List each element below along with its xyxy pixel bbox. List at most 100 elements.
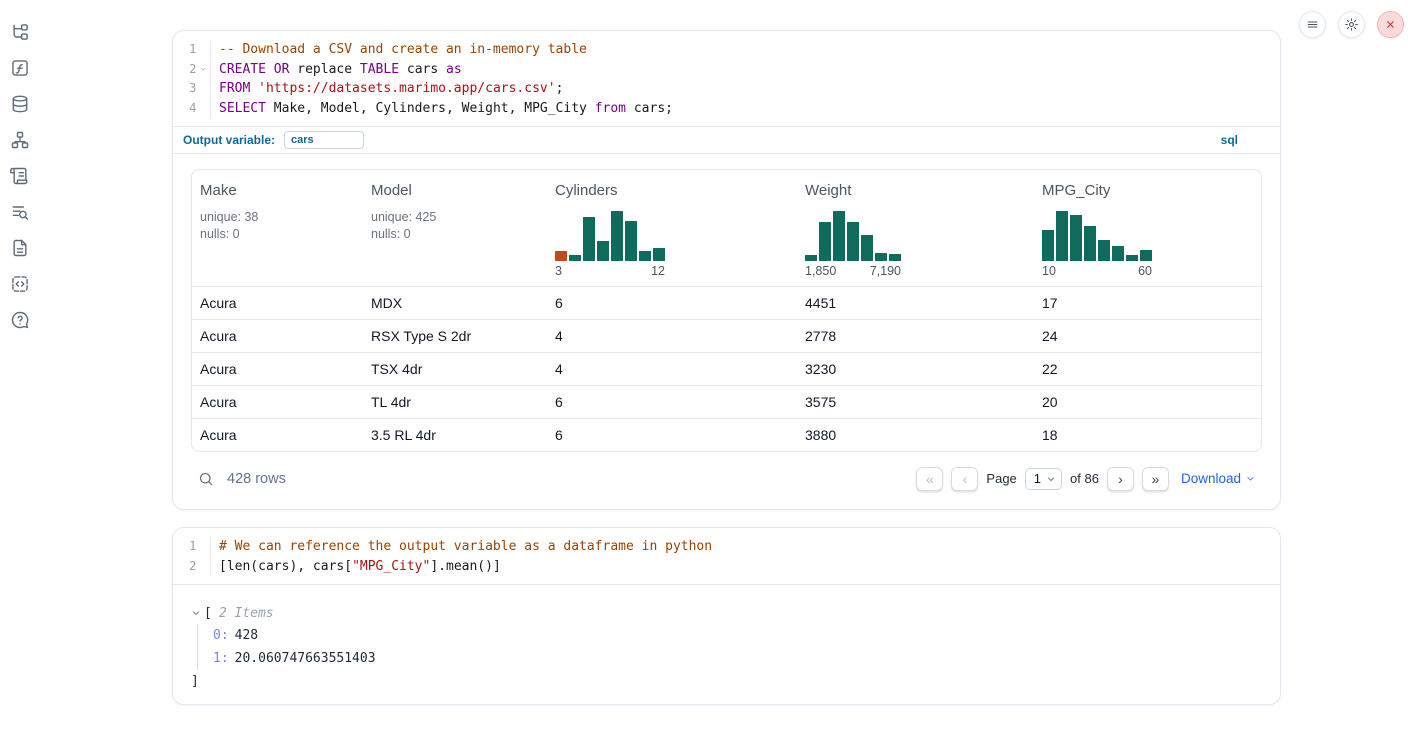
histogram-bar — [1042, 230, 1054, 261]
page-select-value: 1 — [1034, 471, 1041, 486]
language-badge: sql — [1221, 133, 1238, 147]
table-footer: 428 rows « ‹ Page 1 of 86 › » Download — [191, 465, 1262, 492]
table-body: AcuraMDX6445117AcuraRSX Type S 2dr427782… — [192, 286, 1261, 451]
histogram-bar — [861, 235, 873, 261]
table-header: Makeunique: 38nulls: 0Modelunique: 425nu… — [192, 170, 1261, 286]
code-text: FROM 'https://datasets.marimo.app/cars.c… — [211, 79, 563, 99]
histogram-bar — [1084, 226, 1096, 261]
histogram-bar — [597, 241, 609, 261]
output-variable-input[interactable]: cars — [284, 131, 364, 149]
histogram-bars — [805, 211, 901, 261]
column-histogram: 1060 — [1042, 211, 1152, 278]
gutter: 1 — [173, 40, 211, 60]
output-variable-label: Output variable: — [183, 133, 275, 147]
histogram-bar — [1070, 215, 1082, 261]
table-cell: RSX Type S 2dr — [363, 328, 547, 344]
table-cell: 2778 — [797, 328, 1034, 344]
fold-gutter — [196, 99, 210, 119]
histogram-bar — [1056, 211, 1068, 261]
histogram-bar — [583, 217, 595, 261]
table-cell: 6 — [547, 295, 797, 311]
item-index: 0: — [213, 628, 229, 643]
file-explorer-icon[interactable] — [10, 22, 30, 42]
gutter: 3 — [173, 79, 211, 99]
table-cell: 3230 — [797, 361, 1034, 377]
result-tree-items: 0:4281:20.060747663551403 — [197, 624, 1262, 670]
table-cell: 6 — [547, 394, 797, 410]
gutter: 1 — [173, 537, 211, 557]
item-value: 20.060747663551403 — [235, 651, 376, 666]
fold-chevron-icon[interactable] — [196, 60, 210, 80]
snippets-icon[interactable] — [10, 274, 30, 294]
column-histogram: 312 — [555, 211, 665, 278]
column-name[interactable]: Weight — [805, 182, 1026, 199]
code-line[interactable]: 2CREATE OR replace TABLE cars as — [173, 60, 1280, 80]
fold-gutter — [196, 40, 210, 60]
table-cell: MDX — [363, 295, 547, 311]
documentation-icon[interactable] — [10, 238, 30, 258]
code-text: -- Download a CSV and create an in-memor… — [211, 40, 587, 60]
chevron-down-icon — [1245, 473, 1256, 484]
fold-gutter — [196, 557, 210, 577]
menu-button[interactable] — [1299, 11, 1326, 38]
line-number: 1 — [173, 537, 196, 557]
search-icon[interactable] — [197, 470, 215, 488]
column-histogram: 1,8507,190 — [805, 211, 901, 278]
scratchpad-icon[interactable] — [10, 166, 30, 186]
sidebar — [0, 0, 40, 330]
table-cell: 4 — [547, 361, 797, 377]
download-button[interactable]: Download — [1181, 471, 1256, 486]
close-button[interactable] — [1377, 11, 1404, 38]
column-name[interactable]: Make — [200, 182, 355, 199]
next-page-button[interactable]: › — [1107, 467, 1134, 491]
settings-icon — [1344, 17, 1359, 32]
variables-icon[interactable] — [10, 58, 30, 78]
last-page-button[interactable]: » — [1142, 467, 1169, 491]
prev-page-button[interactable]: ‹ — [951, 467, 978, 491]
histogram-bar — [1126, 255, 1138, 261]
code-text: [len(cars), cars["MPG_City"].mean()] — [211, 557, 501, 577]
histogram-bar — [889, 254, 901, 261]
column-name[interactable]: Model — [371, 182, 539, 199]
histogram-bar — [569, 255, 581, 261]
window-controls — [1299, 11, 1404, 38]
logs-icon[interactable] — [10, 202, 30, 222]
data-sources-icon[interactable] — [10, 94, 30, 114]
histogram-bar — [1112, 246, 1124, 261]
column-name[interactable]: MPG_City — [1042, 182, 1253, 199]
histogram-bar — [639, 251, 651, 261]
download-label: Download — [1181, 471, 1241, 486]
first-page-button[interactable]: « — [916, 467, 943, 491]
sql-cell: 1-- Download a CSV and create an in-memo… — [172, 30, 1281, 510]
column-name[interactable]: Cylinders — [555, 182, 789, 199]
collapse-chevron-icon[interactable] — [191, 608, 201, 618]
table-cell: Acura — [192, 427, 363, 443]
items-count-label: 2 Items — [219, 606, 274, 621]
dependency-graph-icon[interactable] — [10, 130, 30, 150]
histogram-bar — [847, 222, 859, 261]
histogram-bar — [653, 248, 665, 261]
item-value: 428 — [235, 628, 258, 643]
python-code-editor[interactable]: 1# We can reference the output variable … — [173, 528, 1280, 584]
code-line[interactable]: 4SELECT Make, Model, Cylinders, Weight, … — [173, 99, 1280, 119]
bracket-close: ] — [191, 670, 1262, 692]
settings-button[interactable] — [1338, 11, 1365, 38]
result-tree-head: [ 2 Items — [191, 602, 1262, 624]
gutter: 4 — [173, 99, 211, 119]
code-line[interactable]: 3FROM 'https://datasets.marimo.app/cars.… — [173, 79, 1280, 99]
code-line[interactable]: 1-- Download a CSV and create an in-memo… — [173, 40, 1280, 60]
help-icon[interactable] — [10, 310, 30, 330]
table-cell: 24 — [1034, 328, 1261, 344]
fold-gutter — [196, 537, 210, 557]
table-cell: 18 — [1034, 427, 1261, 443]
sql-code-editor[interactable]: 1-- Download a CSV and create an in-memo… — [173, 31, 1280, 126]
code-text: CREATE OR replace TABLE cars as — [211, 60, 462, 80]
table-cell: 22 — [1034, 361, 1261, 377]
code-line[interactable]: 2[len(cars), cars["MPG_City"].mean()] — [173, 557, 1280, 577]
table-cell: 20 — [1034, 394, 1261, 410]
table-row: AcuraTSX 4dr4323022 — [192, 352, 1261, 385]
code-line[interactable]: 1# We can reference the output variable … — [173, 537, 1280, 557]
page-select[interactable]: 1 — [1025, 468, 1062, 490]
column-header: Weight 1,8507,190 — [797, 182, 1034, 286]
python-cell-output: [ 2 Items 0:4281:20.060747663551403 ] — [173, 584, 1280, 704]
